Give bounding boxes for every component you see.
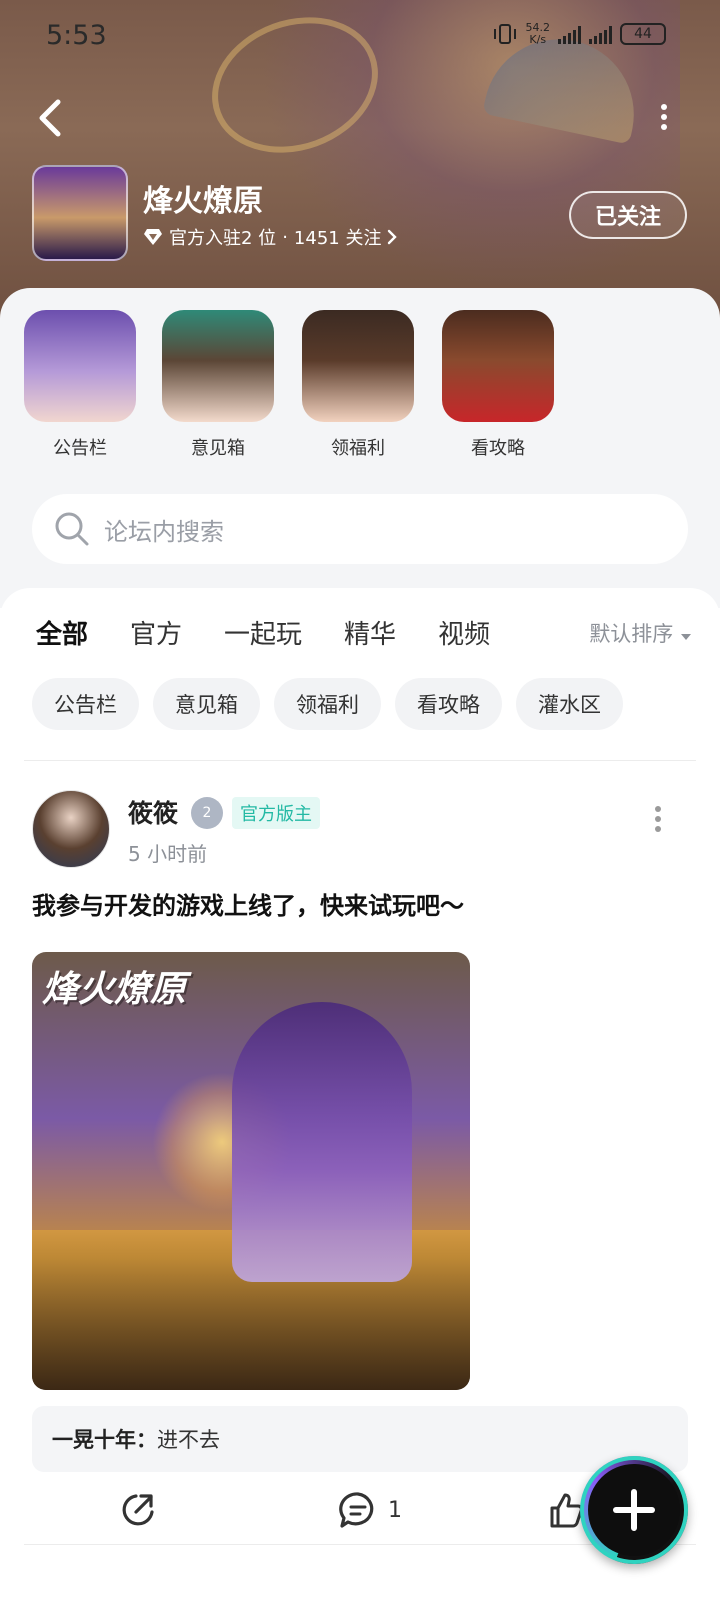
game-meta[interactable]: 官方入驻2 位 · 1451 关注	[143, 224, 398, 250]
vibrate-icon	[493, 24, 516, 44]
search-icon	[55, 512, 89, 546]
share-icon	[122, 1494, 154, 1526]
shortcut-guides[interactable]: 看攻略	[442, 310, 554, 460]
search-placeholder: 论坛内搜索	[104, 517, 224, 546]
battery-level: 44	[634, 26, 652, 42]
feed-tabs: 全部 官方 一起玩 精华 视频	[36, 614, 532, 653]
followers-count: 1451 关注	[293, 228, 382, 249]
divider	[24, 760, 696, 761]
shortcut-feedback[interactable]: 意见箱	[162, 310, 274, 460]
follow-button[interactable]: 已关注	[569, 191, 687, 239]
forum-header: 5:53 54.2 K/s 44 烽火燎原 官方入驻2 位 · 1451 关注 …	[0, 0, 720, 320]
comment-preview[interactable]: 一晃十年： 进不去	[32, 1406, 688, 1472]
back-button[interactable]	[36, 98, 72, 142]
author-avatar[interactable]	[32, 790, 110, 868]
tab-play-together[interactable]: 一起玩	[224, 614, 302, 651]
shortcut-label: 意见箱	[191, 438, 245, 459]
shortcut-announcements[interactable]: 公告栏	[24, 310, 136, 460]
search-input[interactable]: 论坛内搜索	[32, 494, 688, 564]
level-badge: 2	[191, 797, 223, 829]
post-image[interactable]: 烽火燎原	[32, 952, 470, 1390]
signal-icon	[558, 24, 581, 44]
share-button[interactable]	[118, 1490, 158, 1530]
category-chips: 公告栏 意见箱 领福利 看攻略 灌水区	[32, 678, 623, 730]
chip-chat[interactable]: 灌水区	[516, 678, 623, 730]
status-time: 5:53	[46, 20, 107, 51]
shortcut-label: 公告栏	[53, 438, 107, 459]
post-feed: 全部 官方 一起玩 精华 视频 默认排序 公告栏 意见箱 领福利 看攻略 灌水区…	[0, 588, 720, 1602]
chevron-left-icon	[39, 99, 61, 137]
tab-featured[interactable]: 精华	[344, 614, 396, 651]
author-name[interactable]: 筱筱	[128, 794, 178, 830]
shortcut-image	[302, 310, 414, 422]
comment-author: 一晃十年：	[52, 1428, 157, 1452]
fab-inner	[588, 1464, 680, 1556]
shortcut-image	[442, 310, 554, 422]
game-title: 烽火燎原	[143, 184, 263, 219]
more-options-button[interactable]	[652, 100, 676, 140]
status-bar: 5:53 54.2 K/s 44	[0, 0, 720, 76]
chip-feedback[interactable]: 意见箱	[153, 678, 260, 730]
official-count: 官方入驻2 位	[169, 228, 277, 249]
create-post-button[interactable]	[580, 1456, 688, 1564]
caret-down-icon	[681, 634, 691, 640]
comment-button[interactable]: 1	[338, 1490, 402, 1530]
post-more-button[interactable]	[652, 802, 664, 832]
shortcut-image	[24, 310, 136, 422]
level-value: 2	[202, 805, 212, 821]
signal-icon-2	[589, 24, 612, 44]
meta-separator: ·	[282, 226, 288, 248]
image-figure	[232, 1002, 412, 1282]
comment-text: 进不去	[157, 1428, 220, 1452]
role-badge: 官方版主	[232, 797, 320, 829]
plus-icon	[613, 1489, 655, 1531]
chip-rewards[interactable]: 领福利	[274, 678, 381, 730]
diamond-icon	[144, 229, 162, 245]
shortcut-label: 领福利	[331, 438, 385, 459]
shortcut-label: 看攻略	[471, 438, 525, 459]
battery-icon: 44	[620, 23, 666, 45]
shortcut-rewards[interactable]: 领福利	[302, 310, 414, 460]
chip-guides[interactable]: 看攻略	[395, 678, 502, 730]
sort-dropdown[interactable]: 默认排序	[589, 618, 692, 648]
post-title[interactable]: 我参与开发的游戏上线了，快来试玩吧～	[32, 886, 464, 921]
chip-announcements[interactable]: 公告栏	[32, 678, 139, 730]
sort-label: 默认排序	[589, 622, 674, 646]
comment-count: 1	[388, 1497, 402, 1523]
comment-icon	[339, 1492, 374, 1528]
chevron-right-icon	[388, 229, 398, 245]
shortcut-image	[162, 310, 274, 422]
tab-official[interactable]: 官方	[130, 614, 182, 651]
network-speed: 54.2 K/s	[526, 22, 551, 46]
post-time: 5 小时前	[128, 842, 208, 866]
tab-all[interactable]: 全部	[36, 614, 89, 653]
network-speed-unit: K/s	[529, 33, 547, 46]
tab-videos[interactable]: 视频	[438, 614, 490, 651]
image-watermark: 烽火燎原	[42, 968, 187, 1010]
game-avatar[interactable]	[32, 165, 128, 261]
status-indicators: 54.2 K/s 44	[492, 22, 666, 46]
